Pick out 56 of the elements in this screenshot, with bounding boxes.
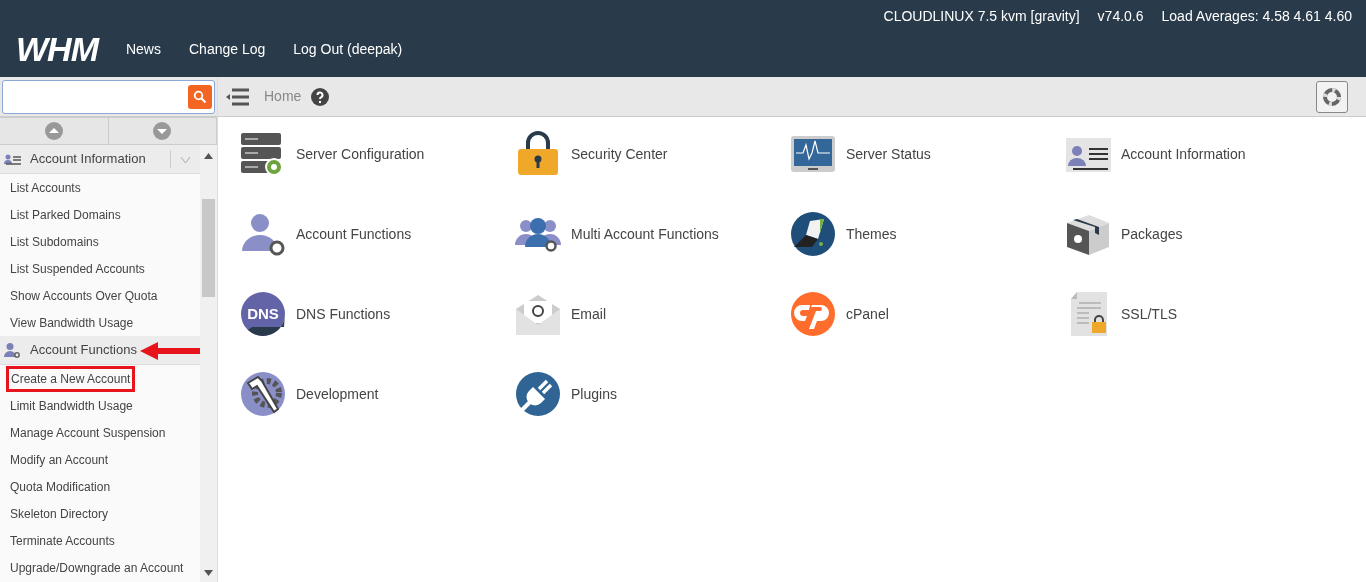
group-link[interactable]: Plugins [571, 383, 617, 405]
sidebar-link[interactable]: Upgrade/Downgrade an Account [10, 558, 184, 577]
sidebar-link[interactable]: List Suspended Accounts [10, 259, 145, 278]
group-link[interactable]: Themes [846, 223, 897, 245]
group-link[interactable]: Development [296, 383, 379, 405]
group-link[interactable]: Multi Account Functions [571, 223, 719, 245]
group-link[interactable]: Account Information [1121, 143, 1246, 165]
scrollbar-thumb[interactable] [202, 199, 215, 297]
group-link[interactable]: Security Center [571, 143, 668, 165]
nav-link[interactable]: News [125, 38, 161, 60]
scroll-down-arrow-icon[interactable] [204, 570, 213, 576]
nav-link[interactable]: Log Out (deepak) [293, 38, 403, 60]
cpanel-logo-icon[interactable] [790, 291, 836, 337]
group-link[interactable]: DNS Functions [296, 303, 391, 325]
sidebar-link[interactable]: Skeleton Directory [10, 504, 109, 523]
group-link[interactable]: Server Status [846, 143, 931, 165]
plug-icon[interactable] [515, 371, 561, 417]
search-button[interactable] [188, 84, 212, 109]
lifebuoy-icon [1323, 87, 1341, 106]
sidebar-link[interactable]: Limit Bandwidth Usage [10, 396, 133, 415]
whm-logo[interactable]: WHM [16, 32, 98, 66]
sidebar-section-title[interactable]: Account Functions [30, 340, 137, 360]
wrench-hammer-icon[interactable] [240, 371, 286, 417]
search-icon [193, 89, 207, 104]
group-link[interactable]: Packages [1121, 223, 1183, 245]
server-info-text: Load Averages: 4.58 4.61 4.60 [1161, 7, 1352, 26]
server-info-text: v74.0.6 [1097, 7, 1144, 26]
sidebar-link[interactable]: Quota Modification [10, 477, 111, 496]
sidebar-link[interactable]: Modify an Account [10, 450, 109, 469]
group-link[interactable]: Account Functions [296, 223, 412, 245]
sidebar-link[interactable]: View Bandwidth Usage [10, 313, 134, 332]
search-field[interactable] [2, 79, 215, 114]
nav-link[interactable]: Change Log [189, 38, 266, 60]
group-link[interactable]: Email [571, 303, 606, 325]
sidebar-link[interactable]: Show Accounts Over Quota [10, 286, 158, 305]
group-link[interactable]: cPanel [846, 303, 889, 325]
group-link[interactable]: Server Configuration [296, 143, 425, 165]
help-icon[interactable] [311, 87, 330, 106]
sidebar-link[interactable]: Manage Account Suspension [10, 423, 166, 442]
scrollbar[interactable] [200, 145, 217, 582]
group-link[interactable]: SSL/TLS [1121, 303, 1178, 325]
sidebar-link[interactable]: List Subdomains [10, 232, 99, 251]
sidebar-link[interactable]: List Accounts [10, 178, 81, 197]
dns-badge-icon[interactable]: DNS [240, 291, 286, 337]
user-gear-icon[interactable] [240, 211, 286, 257]
support-button[interactable] [1316, 80, 1348, 113]
menu-collapse-icon[interactable] [226, 87, 250, 106]
sidebar-link[interactable]: Terminate Accounts [10, 531, 115, 550]
paint-brush-icon[interactable] [790, 211, 836, 257]
user-gear-icon [4, 342, 20, 358]
padlock-icon[interactable] [515, 131, 561, 177]
id-card-icon [4, 153, 22, 165]
sidebar-section-header[interactable]: Account Functions [0, 336, 200, 365]
sidebar-link[interactable]: List Parked Domains [10, 205, 121, 224]
server-info-text: CLOUDLINUX 7.5 kvm [gravity] [883, 7, 1080, 26]
scroll-up-arrow-icon[interactable] [204, 153, 213, 159]
